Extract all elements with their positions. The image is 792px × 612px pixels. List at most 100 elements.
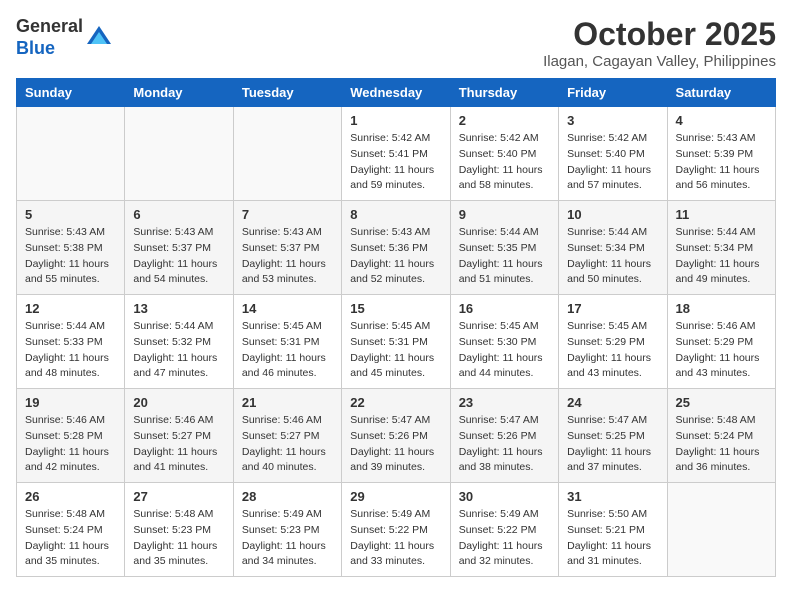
- calendar-cell: 23 Sunrise: 5:47 AMSunset: 5:26 PMDayligh…: [450, 389, 558, 483]
- calendar-cell: 7 Sunrise: 5:43 AMSunset: 5:37 PMDaylight…: [233, 201, 341, 295]
- day-number: 31: [567, 489, 658, 504]
- calendar-cell: 26Sunrise: 5:48 AMSunset: 5:24 PMDayligh…: [17, 483, 125, 577]
- day-info: Sunrise: 5:42 AMSunset: 5:40 PMDaylight:…: [567, 131, 658, 194]
- day-info: Sunrise: 5:47 AMSunset: 5:26 PMDaylight:…: [459, 413, 550, 476]
- calendar-cell: 28 Sunrise: 5:49 AMSunset: 5:23 PMDayligh…: [233, 483, 341, 577]
- calendar-cell: 31 Sunrise: 5:50 AMSunset: 5:21 PMDayligh…: [559, 483, 667, 577]
- day-info: Sunrise: 5:49 AMSunset: 5:22 PMDaylight:…: [459, 507, 550, 570]
- day-info: Sunrise: 5:50 AMSunset: 5:21 PMDaylight:…: [567, 507, 658, 570]
- calendar-cell: 12 Sunrise: 5:44 AMSunset: 5:33 PMDayligh…: [17, 295, 125, 389]
- day-info: Sunrise: 5:43 AMSunset: 5:37 PMDaylight:…: [242, 225, 333, 288]
- day-header-sunday: Sunday: [17, 79, 125, 107]
- day-number: 5: [25, 207, 116, 222]
- calendar-cell: 22 Sunrise: 5:47 AMSunset: 5:26 PMDayligh…: [342, 389, 450, 483]
- day-number: 16: [459, 301, 550, 316]
- day-info: Sunrise: 5:43 AMSunset: 5:36 PMDaylight:…: [350, 225, 441, 288]
- day-number: 9: [459, 207, 550, 222]
- day-header-monday: Monday: [125, 79, 233, 107]
- day-info: Sunrise: 5:42 AMSunset: 5:40 PMDaylight:…: [459, 131, 550, 194]
- day-info: Sunrise: 5:49 AMSunset: 5:23 PMDaylight:…: [242, 507, 333, 570]
- calendar-table: SundayMondayTuesdayWednesdayThursdayFrid…: [16, 78, 776, 577]
- calendar-cell: 19Sunrise: 5:46 AMSunset: 5:28 PMDayligh…: [17, 389, 125, 483]
- day-number: 27: [133, 489, 224, 504]
- day-header-thursday: Thursday: [450, 79, 558, 107]
- day-info: Sunrise: 5:43 AMSunset: 5:39 PMDaylight:…: [676, 131, 767, 194]
- day-header-wednesday: Wednesday: [342, 79, 450, 107]
- calendar-cell: 4 Sunrise: 5:43 AMSunset: 5:39 PMDaylight…: [667, 107, 775, 201]
- day-info: Sunrise: 5:44 AMSunset: 5:35 PMDaylight:…: [459, 225, 550, 288]
- calendar-cell: 20 Sunrise: 5:46 AMSunset: 5:27 PMDayligh…: [125, 389, 233, 483]
- day-info: Sunrise: 5:42 AMSunset: 5:41 PMDaylight:…: [350, 131, 441, 194]
- calendar-cell: [667, 483, 775, 577]
- logo: General Blue: [16, 16, 113, 59]
- calendar-cell: [125, 107, 233, 201]
- logo-blue: Blue: [16, 38, 55, 58]
- day-info: Sunrise: 5:45 AMSunset: 5:29 PMDaylight:…: [567, 319, 658, 382]
- day-info: Sunrise: 5:43 AMSunset: 5:38 PMDaylight:…: [25, 225, 116, 288]
- day-info: Sunrise: 5:44 AMSunset: 5:34 PMDaylight:…: [567, 225, 658, 288]
- calendar-cell: 9 Sunrise: 5:44 AMSunset: 5:35 PMDaylight…: [450, 201, 558, 295]
- day-info: Sunrise: 5:44 AMSunset: 5:34 PMDaylight:…: [676, 225, 767, 288]
- day-number: 20: [133, 395, 224, 410]
- calendar-cell: 5 Sunrise: 5:43 AMSunset: 5:38 PMDaylight…: [17, 201, 125, 295]
- calendar-cell: 27Sunrise: 5:48 AMSunset: 5:23 PMDayligh…: [125, 483, 233, 577]
- calendar-cell: 17Sunrise: 5:45 AMSunset: 5:29 PMDayligh…: [559, 295, 667, 389]
- day-number: 7: [242, 207, 333, 222]
- day-number: 13: [133, 301, 224, 316]
- days-header-row: SundayMondayTuesdayWednesdayThursdayFrid…: [17, 79, 776, 107]
- day-number: 2: [459, 113, 550, 128]
- day-number: 10: [567, 207, 658, 222]
- calendar-cell: 14Sunrise: 5:45 AMSunset: 5:31 PMDayligh…: [233, 295, 341, 389]
- day-info: Sunrise: 5:46 AMSunset: 5:27 PMDaylight:…: [133, 413, 224, 476]
- week-row-5: 26Sunrise: 5:48 AMSunset: 5:24 PMDayligh…: [17, 483, 776, 577]
- week-row-2: 5 Sunrise: 5:43 AMSunset: 5:38 PMDaylight…: [17, 201, 776, 295]
- day-info: Sunrise: 5:44 AMSunset: 5:32 PMDaylight:…: [133, 319, 224, 382]
- calendar-cell: 2 Sunrise: 5:42 AMSunset: 5:40 PMDaylight…: [450, 107, 558, 201]
- calendar-cell: 3Sunrise: 5:42 AMSunset: 5:40 PMDaylight…: [559, 107, 667, 201]
- day-number: 25: [676, 395, 767, 410]
- calendar-cell: [17, 107, 125, 201]
- day-info: Sunrise: 5:46 AMSunset: 5:29 PMDaylight:…: [676, 319, 767, 382]
- day-number: 18: [676, 301, 767, 316]
- day-info: Sunrise: 5:47 AMSunset: 5:25 PMDaylight:…: [567, 413, 658, 476]
- day-info: Sunrise: 5:48 AMSunset: 5:24 PMDaylight:…: [25, 507, 116, 570]
- calendar-cell: [233, 107, 341, 201]
- day-number: 4: [676, 113, 767, 128]
- calendar-cell: 13 Sunrise: 5:44 AMSunset: 5:32 PMDayligh…: [125, 295, 233, 389]
- calendar-cell: 8Sunrise: 5:43 AMSunset: 5:36 PMDaylight…: [342, 201, 450, 295]
- title-area: October 2025 Ilagan, Cagayan Valley, Phi…: [543, 16, 776, 70]
- day-number: 22: [350, 395, 441, 410]
- day-header-tuesday: Tuesday: [233, 79, 341, 107]
- logo-icon: [85, 24, 113, 52]
- day-number: 23: [459, 395, 550, 410]
- day-number: 6: [133, 207, 224, 222]
- calendar-cell: 11Sunrise: 5:44 AMSunset: 5:34 PMDayligh…: [667, 201, 775, 295]
- day-info: Sunrise: 5:49 AMSunset: 5:22 PMDaylight:…: [350, 507, 441, 570]
- day-info: Sunrise: 5:48 AMSunset: 5:24 PMDaylight:…: [676, 413, 767, 476]
- day-number: 19: [25, 395, 116, 410]
- calendar-cell: 16 Sunrise: 5:45 AMSunset: 5:30 PMDayligh…: [450, 295, 558, 389]
- day-info: Sunrise: 5:47 AMSunset: 5:26 PMDaylight:…: [350, 413, 441, 476]
- month-title: October 2025: [543, 16, 776, 53]
- day-number: 12: [25, 301, 116, 316]
- week-row-3: 12 Sunrise: 5:44 AMSunset: 5:33 PMDayligh…: [17, 295, 776, 389]
- week-row-4: 19Sunrise: 5:46 AMSunset: 5:28 PMDayligh…: [17, 389, 776, 483]
- day-info: Sunrise: 5:44 AMSunset: 5:33 PMDaylight:…: [25, 319, 116, 382]
- day-number: 1: [350, 113, 441, 128]
- calendar-cell: 15 Sunrise: 5:45 AMSunset: 5:31 PMDayligh…: [342, 295, 450, 389]
- week-row-1: 1 Sunrise: 5:42 AMSunset: 5:41 PMDaylight…: [17, 107, 776, 201]
- header: General Blue October 2025 Ilagan, Cagaya…: [16, 16, 776, 70]
- day-number: 28: [242, 489, 333, 504]
- day-number: 30: [459, 489, 550, 504]
- day-info: Sunrise: 5:45 AMSunset: 5:31 PMDaylight:…: [350, 319, 441, 382]
- day-info: Sunrise: 5:45 AMSunset: 5:30 PMDaylight:…: [459, 319, 550, 382]
- day-number: 15: [350, 301, 441, 316]
- calendar-cell: 10 Sunrise: 5:44 AMSunset: 5:34 PMDayligh…: [559, 201, 667, 295]
- day-number: 24: [567, 395, 658, 410]
- calendar-cell: 18 Sunrise: 5:46 AMSunset: 5:29 PMDayligh…: [667, 295, 775, 389]
- day-info: Sunrise: 5:46 AMSunset: 5:27 PMDaylight:…: [242, 413, 333, 476]
- day-info: Sunrise: 5:43 AMSunset: 5:37 PMDaylight:…: [133, 225, 224, 288]
- calendar-cell: 6 Sunrise: 5:43 AMSunset: 5:37 PMDaylight…: [125, 201, 233, 295]
- day-info: Sunrise: 5:45 AMSunset: 5:31 PMDaylight:…: [242, 319, 333, 382]
- calendar-cell: 21Sunrise: 5:46 AMSunset: 5:27 PMDayligh…: [233, 389, 341, 483]
